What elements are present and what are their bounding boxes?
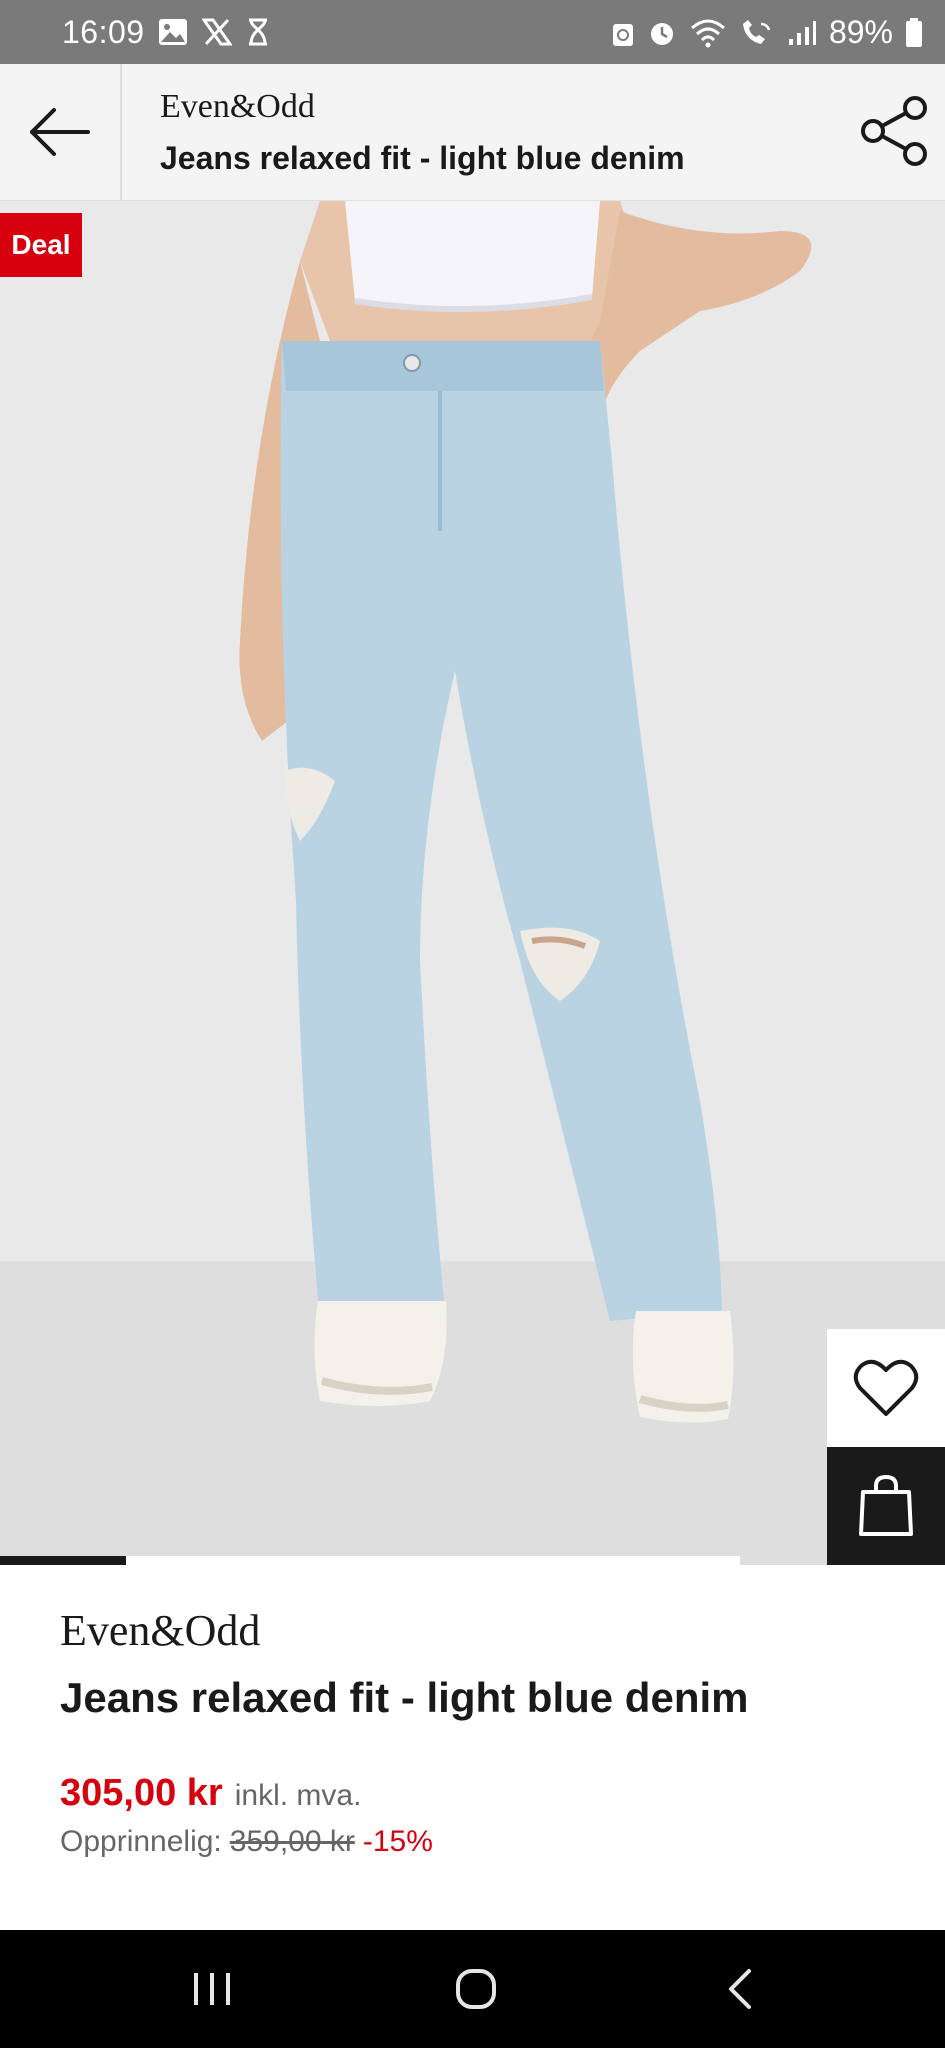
x-logo-icon: [202, 18, 232, 46]
product-name: Jeans relaxed fit - light blue denim: [60, 1674, 749, 1721]
status-time: 16:09: [62, 14, 145, 50]
battery-percent: 89%: [828, 14, 893, 50]
share-icon: [861, 96, 927, 166]
product-image-gallery[interactable]: Deal: [0, 201, 945, 1565]
add-to-bag-button[interactable]: [827, 1447, 945, 1565]
product-photo: [239, 201, 812, 1423]
system-back-button[interactable]: [640, 1930, 840, 2048]
gallery-progress-fill: [0, 1556, 126, 1565]
wifi-call-icon: [739, 18, 775, 48]
original-price-row: Opprinnelig: 359,00 kr -15%: [60, 1825, 900, 1859]
header-brand: Even&Odd: [160, 88, 315, 125]
back-icon: [729, 1969, 751, 2009]
back-arrow-icon: [30, 108, 90, 156]
original-price: 359,00 kr: [229, 1825, 355, 1858]
notification-icons: [158, 18, 270, 46]
original-label: Opprinnelig:: [60, 1825, 222, 1858]
signal-icon: [787, 19, 817, 47]
vat-label: inkl. mva.: [234, 1779, 362, 1812]
image-icon: [158, 18, 188, 46]
home-icon: [456, 1969, 496, 2009]
system-nav-bar: [0, 1930, 945, 2048]
current-price: 305,00 kr: [60, 1772, 223, 1814]
price-row: 305,00 kr inkl. mva.: [60, 1772, 900, 1815]
back-button[interactable]: [0, 64, 122, 200]
wifi-icon: [689, 18, 727, 48]
discount-label: -15%: [362, 1825, 433, 1858]
hourglass-icon: [246, 18, 270, 46]
shopping-bag-icon: [859, 1474, 913, 1536]
status-bar: 16:09 89%: [0, 0, 945, 64]
gallery-progress-track: [0, 1556, 740, 1565]
home-button[interactable]: [376, 1930, 576, 2048]
deal-badge: Deal: [0, 213, 82, 277]
status-right: 89%: [611, 14, 923, 51]
heart-icon: [853, 1359, 919, 1416]
alarm-icon: [647, 18, 677, 48]
product-brand[interactable]: Even&Odd: [60, 1605, 900, 1656]
battery-icon: [905, 17, 923, 48]
share-button[interactable]: [857, 94, 931, 168]
recent-apps-icon: [194, 1973, 230, 2005]
recent-apps-button[interactable]: [112, 1930, 312, 2048]
product-header: Even&Odd Jeans relaxed fit - light blue …: [0, 64, 945, 201]
wishlist-button[interactable]: [827, 1329, 945, 1447]
product-info: Even&Odd Jeans relaxed fit - light blue …: [60, 1605, 900, 1859]
header-title: Jeans relaxed fit - light blue denim: [160, 140, 685, 176]
recycle-icon: [611, 18, 635, 48]
